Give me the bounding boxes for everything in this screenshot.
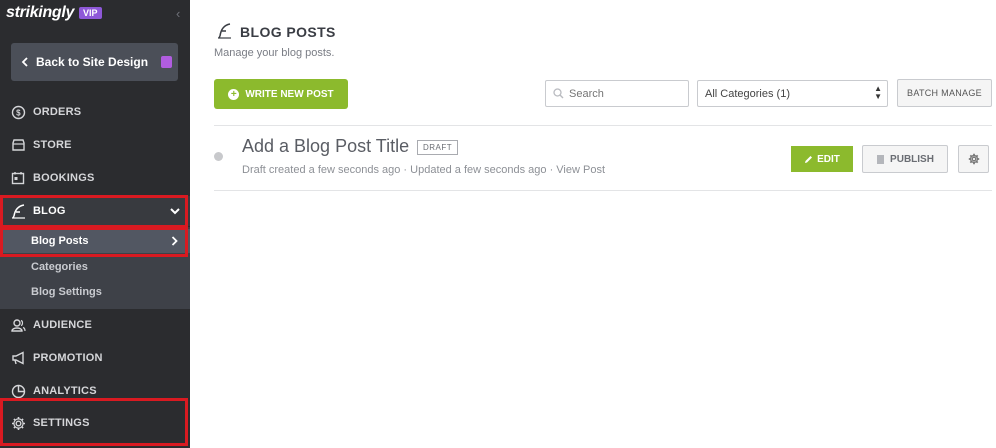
sidebar-subitem-categories[interactable]: Categories [0,255,190,279]
draft-badge: DRAFT [417,140,459,155]
megaphone-icon [10,350,26,366]
analytics-pie-icon [10,383,26,399]
pencil-icon [805,155,813,163]
post-meta: Draft created a few seconds ago · Update… [242,164,605,176]
sidebar-item-label: ORDERS [33,106,82,118]
document-icon [877,154,885,164]
highlight-box-settings [0,398,188,446]
sidebar-item-label: BOOKINGS [33,172,95,184]
vip-badge: VIP [79,7,102,19]
category-select[interactable]: All Categories (1) ▲ ▼ [697,80,888,107]
highlight-box-blog [0,195,188,228]
page-subtitle: Manage your blog posts. [214,47,335,59]
sidebar-subitem-blog-settings[interactable]: Blog Settings [0,280,190,304]
sidebar-item-store[interactable]: STORE [0,130,190,160]
post-settings-button[interactable] [958,145,989,173]
search-input[interactable] [569,87,679,100]
page-title: BLOG POSTS [240,24,336,40]
back-to-site-design-button[interactable]: Back to Site Design [11,43,178,81]
write-new-post-label: WRITE NEW POST [245,88,334,100]
highlight-box-blog-posts [0,227,188,257]
back-button-label: Back to Site Design [36,55,149,69]
category-select-value: All Categories (1) [705,87,790,100]
main-content: BLOG POSTS Manage your blog posts. + WRI… [190,0,996,448]
write-new-post-button[interactable]: + WRITE NEW POST [214,79,348,109]
publish-label: PUBLISH [890,153,934,165]
post-status-dot [214,152,223,161]
divider [214,190,992,191]
gear-icon [968,153,979,165]
sidebar-item-label: ANALYTICS [33,385,97,397]
select-arrows-icon: ▲ ▼ [874,84,882,101]
search-field[interactable] [545,80,689,107]
plus-circle-icon: + [228,88,240,100]
sidebar-subitem-label: Categories [31,261,88,273]
sidebar-item-label: AUDIENCE [33,319,93,331]
strikingly-logo[interactable]: strikingly [6,4,74,22]
quill-icon [216,23,232,44]
sidebar-subitem-label: Blog Settings [31,286,102,298]
calendar-icon [10,170,26,186]
sidebar-item-audience[interactable]: AUDIENCE [0,310,190,340]
app-root: strikingly VIP ‹ Back to Site Design $ O… [0,0,996,448]
publish-post-button[interactable]: PUBLISH [862,145,948,173]
audience-icon [10,317,26,333]
divider [214,125,992,126]
dollar-circle-icon: $ [10,104,26,120]
post-title[interactable]: Add a Blog Post Title [242,136,409,157]
sidebar-item-label: STORE [33,139,72,151]
collapse-sidebar-icon[interactable]: ‹ [176,6,180,21]
search-icon [553,88,564,99]
sidebar-item-bookings[interactable]: BOOKINGS [0,163,190,193]
edit-label: EDIT [817,153,840,165]
site-design-icon [161,56,173,68]
sidebar-item-label: PROMOTION [33,352,103,364]
sidebar-item-orders[interactable]: $ ORDERS [0,97,190,127]
batch-manage-button[interactable]: BATCH MANAGE [897,79,992,107]
chevron-left-icon [21,57,28,67]
sidebar-item-promotion[interactable]: PROMOTION [0,343,190,373]
store-icon [10,137,26,153]
svg-text:$: $ [16,108,21,117]
edit-post-button[interactable]: EDIT [791,146,853,172]
